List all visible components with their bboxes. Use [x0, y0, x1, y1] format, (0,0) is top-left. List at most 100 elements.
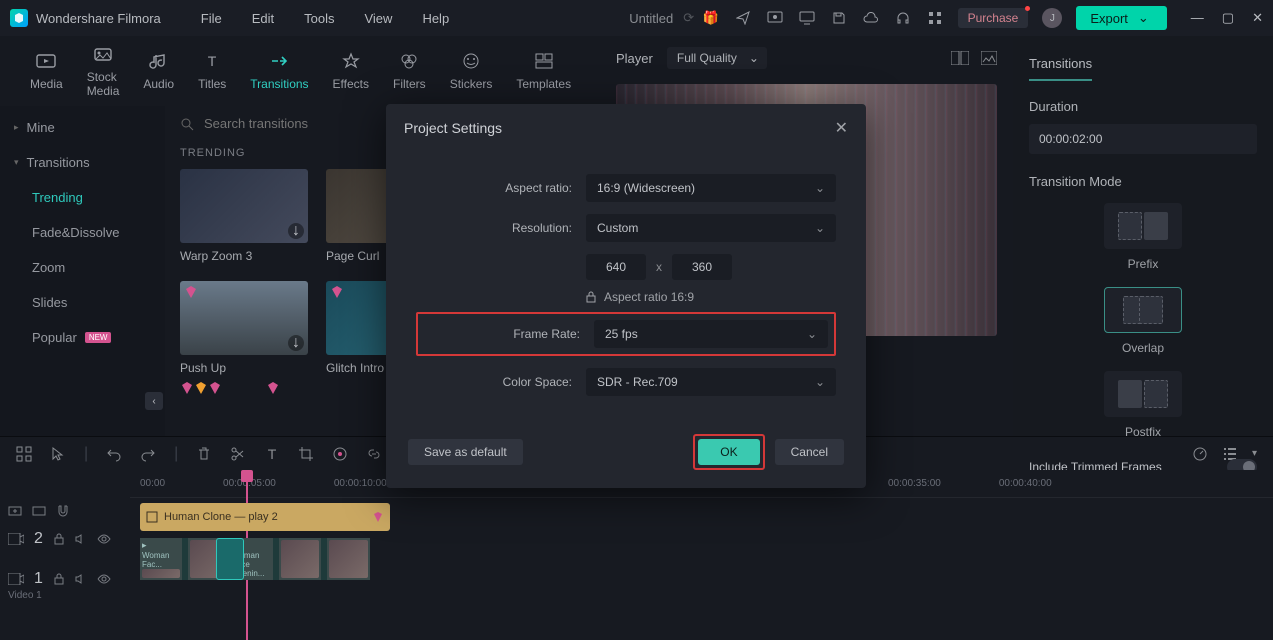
close-icon[interactable]: ✕ — [1252, 10, 1263, 26]
tab-transitions[interactable]: Transitions — [240, 45, 318, 97]
mute-icon[interactable] — [75, 533, 87, 545]
aspect-ratio-label: Aspect ratio: — [416, 181, 572, 195]
timeline[interactable]: 2 1 Video 1 00:0000:00:05:0000:00:10:000… — [0, 470, 1273, 640]
eye-icon[interactable] — [97, 574, 111, 584]
sidebar-collapse-button[interactable]: ‹ — [145, 392, 163, 410]
tab-media[interactable]: Media — [20, 45, 73, 97]
user-avatar[interactable]: J — [1042, 8, 1062, 28]
sidebar-sub-trending[interactable]: Trending — [0, 180, 165, 215]
premium-gem-icon — [266, 381, 280, 395]
transition-clip[interactable] — [216, 538, 244, 580]
tab-titles[interactable]: TTitles — [188, 45, 236, 97]
sidebar-sub-slides[interactable]: Slides — [0, 285, 165, 320]
sidebar-sub-popular[interactable]: PopularNEW — [0, 320, 165, 355]
library-tabs: Media Stock Media Audio TTitles Transiti… — [0, 36, 600, 106]
app-name: Wondershare Filmora — [36, 11, 161, 26]
transition-item-push-up[interactable]: ↓ Push Up — [180, 281, 308, 375]
video-clip-2[interactable]: ▸Woman Face Openin... — [230, 538, 370, 580]
crop-icon[interactable] — [298, 446, 314, 462]
transition-mode-label: Transition Mode — [1029, 174, 1257, 189]
quality-dropdown[interactable]: Full Quality — [667, 47, 767, 69]
menu-view[interactable]: View — [364, 11, 392, 26]
color-space-dropdown[interactable]: SDR - Rec.709 — [586, 368, 836, 396]
ok-button[interactable]: OK — [698, 439, 759, 465]
maximize-icon[interactable]: ▢ — [1222, 10, 1234, 26]
screen-record-icon[interactable] — [766, 9, 784, 27]
purchase-button[interactable]: Purchase — [958, 8, 1029, 28]
sidebar-item-mine[interactable]: Mine — [0, 110, 165, 145]
link-icon[interactable] — [366, 446, 382, 462]
transition-item-warp-zoom[interactable]: ↓ Warp Zoom 3 — [180, 169, 308, 263]
menu-edit[interactable]: Edit — [252, 11, 274, 26]
track-options-icon[interactable] — [32, 504, 46, 518]
add-track-icon[interactable] — [8, 504, 22, 518]
frame-rate-dropdown[interactable]: 25 fps — [594, 320, 828, 348]
eye-icon[interactable] — [97, 534, 111, 544]
headphones-icon[interactable] — [894, 9, 912, 27]
text-tool-icon[interactable]: T — [264, 446, 280, 462]
document-title: Untitled ⟳ — [629, 10, 694, 26]
chevron-down-icon[interactable]: ▾ — [1252, 448, 1257, 459]
tab-effects[interactable]: Effects — [323, 45, 379, 97]
mode-overlap[interactable]: Overlap — [1104, 287, 1182, 355]
sidebar-sub-zoom[interactable]: Zoom — [0, 250, 165, 285]
track-1-badge: 1 — [34, 570, 43, 588]
lock-icon[interactable] — [53, 573, 65, 585]
sidebar-sub-fade[interactable]: Fade&Dissolve — [0, 215, 165, 250]
menu-tools[interactable]: Tools — [304, 11, 334, 26]
dialog-close-button[interactable]: ✕ — [835, 118, 848, 138]
delete-icon[interactable] — [196, 446, 212, 462]
download-icon[interactable]: ↓ — [288, 223, 304, 239]
export-button[interactable]: Export⌄ — [1076, 6, 1166, 30]
download-icon[interactable]: ↓ — [288, 335, 304, 351]
cloud-icon[interactable] — [862, 9, 880, 27]
track-2-badge: 2 — [34, 530, 43, 548]
cancel-button[interactable]: Cancel — [775, 439, 844, 465]
menu-file[interactable]: File — [201, 11, 222, 26]
save-icon[interactable] — [830, 9, 848, 27]
lock-icon[interactable] — [53, 533, 65, 545]
redo-icon[interactable] — [140, 446, 156, 462]
cursor-tool-icon[interactable] — [50, 446, 66, 462]
tab-stock-media[interactable]: Stock Media — [77, 38, 130, 104]
sync-icon[interactable]: ⟳ — [683, 10, 694, 26]
tab-audio[interactable]: Audio — [133, 45, 184, 97]
mode-prefix[interactable]: Prefix — [1104, 203, 1182, 271]
send-icon[interactable] — [734, 9, 752, 27]
duration-input[interactable] — [1029, 124, 1257, 154]
tab-filters[interactable]: Filters — [383, 45, 436, 97]
picture-view-icon[interactable] — [981, 51, 997, 65]
gift-icon[interactable]: 🎁 — [702, 9, 720, 27]
resolution-width-input[interactable] — [586, 254, 646, 280]
prop-tab-transitions[interactable]: Transitions — [1029, 48, 1092, 81]
tab-stickers[interactable]: Stickers — [440, 45, 503, 97]
minimize-icon[interactable]: — — [1191, 10, 1204, 26]
compare-view-icon[interactable] — [951, 51, 969, 65]
mode-postfix[interactable]: Postfix — [1104, 371, 1182, 439]
mute-icon[interactable] — [75, 573, 87, 585]
record-icon[interactable] — [332, 446, 348, 462]
undo-icon[interactable] — [106, 446, 122, 462]
doc-title-text: Untitled — [629, 11, 673, 26]
menu-help[interactable]: Help — [422, 11, 449, 26]
resolution-dropdown[interactable]: Custom — [586, 214, 836, 242]
aspect-ratio-dropdown[interactable]: 16:9 (Widescreen) — [586, 174, 836, 202]
track-1[interactable]: ▸Woman Fac... ▸Woman Face Openin... — [130, 536, 1273, 582]
save-default-button[interactable]: Save as default — [408, 439, 523, 465]
lock-icon[interactable] — [586, 291, 596, 303]
duration-label: Duration — [1029, 99, 1257, 114]
title-clip[interactable]: Human Clone — play 2 — [140, 503, 390, 531]
tab-templates[interactable]: Templates — [506, 45, 581, 97]
monitor-icon[interactable] — [798, 9, 816, 27]
title-clip-icon — [146, 511, 158, 523]
track-2[interactable]: Human Clone — play 2 — [130, 502, 1273, 532]
new-badge: NEW — [85, 332, 112, 343]
magnet-icon[interactable] — [56, 504, 70, 518]
apps-icon[interactable] — [926, 9, 944, 27]
sidebar-item-transitions[interactable]: Transitions — [0, 145, 165, 180]
speed-icon[interactable] — [1192, 446, 1208, 462]
titlebar-right: 🎁 Purchase J Export⌄ — ▢ ✕ — [702, 6, 1263, 30]
select-tool-icon[interactable] — [16, 446, 32, 462]
resolution-height-input[interactable] — [672, 254, 732, 280]
split-icon[interactable] — [230, 446, 246, 462]
